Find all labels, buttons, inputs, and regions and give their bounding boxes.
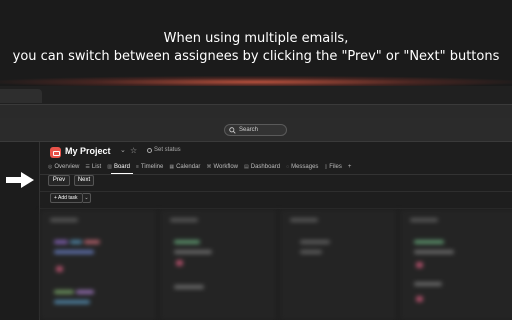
workflow-icon: ⌘ [206,164,212,170]
sidebar [0,142,40,320]
board-icon: ▥ [107,164,112,170]
tab-dashboard[interactable]: ▤ Dashboard [244,161,280,173]
instruction-banner: When using multiple emails, you can swit… [0,0,512,84]
messages-icon: ◌ [286,164,290,170]
arrow-right-icon [6,172,34,188]
add-task-dropdown[interactable]: ⌄ [83,193,91,203]
search-label: Search [239,127,259,133]
board-column [400,210,512,320]
prev-button[interactable]: Prev [48,175,70,186]
tabs-divider [40,174,512,175]
tab-messages[interactable]: ◌ Messages [286,161,318,173]
board-columns [40,210,512,320]
tab-files[interactable]: ▯ Files [324,161,341,173]
status-circle-icon [147,147,152,153]
tab-label: Dashboard [250,164,281,170]
tab-label: Timeline [140,164,164,170]
chevron-down-icon[interactable]: ⌄ [120,146,126,154]
next-button[interactable]: Next [74,175,94,186]
tab-label: Overview [54,164,80,170]
plus-icon: + [347,164,352,170]
tab-list[interactable]: ☰ List [85,161,101,173]
files-icon: ▯ [324,164,328,170]
banner-line-1: When using multiple emails, [163,31,349,46]
set-status-label: Set status [154,147,181,153]
tab-label: Calendar [176,164,201,170]
list-icon: ☰ [85,164,90,170]
tab-board[interactable]: ▥ Board [107,161,130,173]
tab-label: Workflow [213,164,238,170]
banner-line-2: you can switch between assignees by clic… [12,49,500,64]
tab-calendar[interactable]: ▦ Calendar [169,161,200,173]
board-divider [40,208,512,209]
tab-overview[interactable]: ◎ Overview [48,161,79,173]
toolbar-divider [40,191,512,192]
calendar-icon: ▦ [169,164,175,170]
dashboard-icon: ▤ [244,164,249,170]
project-title: My Project [65,146,111,156]
browser-tab[interactable] [0,89,42,103]
board-column [280,210,398,320]
tab-timeline[interactable]: ≡ Timeline [136,161,163,173]
tab-label: List [91,164,102,170]
add-tab-button[interactable]: + [348,161,352,173]
tab-label: Files [329,164,342,170]
tab-label: Messages [291,164,319,170]
overview-icon: ◎ [48,164,53,170]
set-status-button[interactable]: Set status [147,147,181,153]
add-task-button[interactable]: + Add task [50,193,83,203]
browser-toolbar [0,104,512,118]
project-icon [50,147,61,158]
search-input[interactable]: Search [224,124,287,136]
star-icon[interactable]: ☆ [130,146,137,155]
tab-label: Board [113,164,130,170]
board-column [160,210,278,320]
project-tabs: ◎ Overview ☰ List ▥ Board ≡ Timeline ▦ Calend… [48,161,351,173]
tab-workflow[interactable]: ⌘ Workflow [206,161,238,173]
board-column [40,210,158,320]
search-icon [229,121,236,139]
timeline-icon: ≡ [135,164,139,170]
